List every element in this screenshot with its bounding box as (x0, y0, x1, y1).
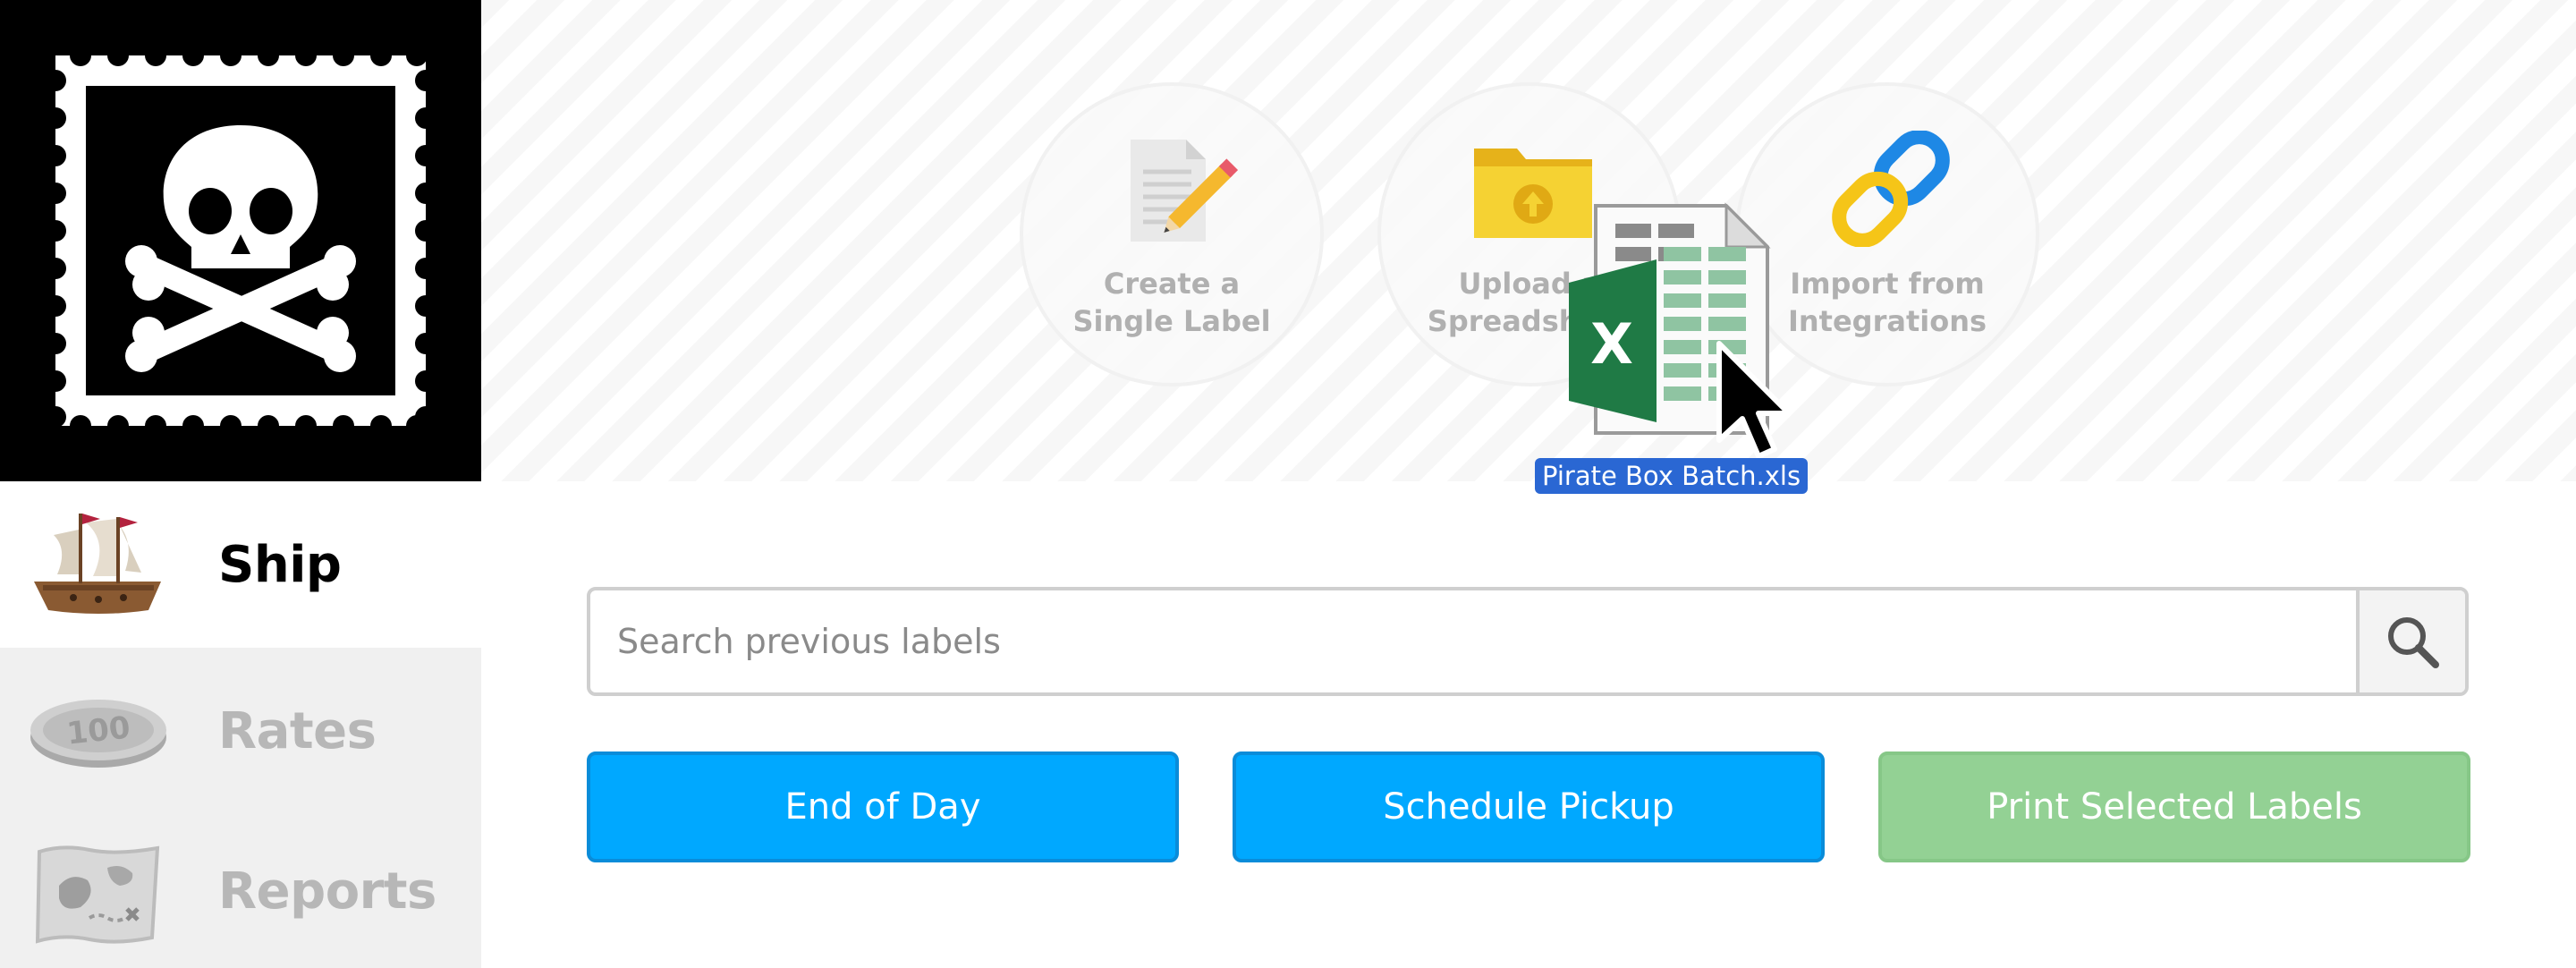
sidebar-item-reports[interactable]: Reports (0, 814, 481, 968)
create-single-label-option[interactable]: Create a Single Label (1020, 82, 1324, 386)
coin-100-icon: 100 (30, 700, 166, 768)
schedule-pickup-button[interactable]: Schedule Pickup (1233, 751, 1825, 862)
svg-text:100: 100 (65, 709, 132, 751)
logo[interactable] (0, 0, 481, 481)
option-label-line: Single Label (1072, 304, 1271, 338)
option-label-line: Create a (1103, 267, 1241, 301)
print-selected-labels-button[interactable]: Print Selected Labels (1878, 751, 2470, 862)
mouse-pointer-icon (1716, 341, 1792, 459)
sidebar-item-ship[interactable]: Ship (0, 481, 481, 648)
sidebar-item-rates[interactable]: 100 Rates (0, 648, 481, 814)
end-of-day-button[interactable]: End of Day (587, 751, 1179, 862)
search-bar (587, 587, 2469, 696)
pirate-ship-icon (34, 514, 161, 614)
chain-link-icon (1832, 131, 1950, 247)
sidebar-item-label: Rates (218, 701, 377, 760)
search-button[interactable] (2356, 590, 2465, 692)
option-label: Create a Single Label (1023, 265, 1320, 340)
skull-crossbones-stamp-icon (45, 45, 436, 437)
svg-text:X: X (1590, 311, 1633, 377)
drag-filename-label: Pirate Box Batch.xls (1535, 458, 1809, 494)
sidebar-item-label: Ship (218, 535, 342, 594)
document-pencil-icon (1131, 140, 1238, 242)
magnifier-icon (2388, 617, 2439, 668)
treasure-map-icon (35, 845, 160, 944)
search-input[interactable] (590, 590, 2356, 692)
sidebar: Ship 100 Rates Reports (0, 481, 481, 968)
sidebar-item-label: Reports (218, 862, 436, 921)
